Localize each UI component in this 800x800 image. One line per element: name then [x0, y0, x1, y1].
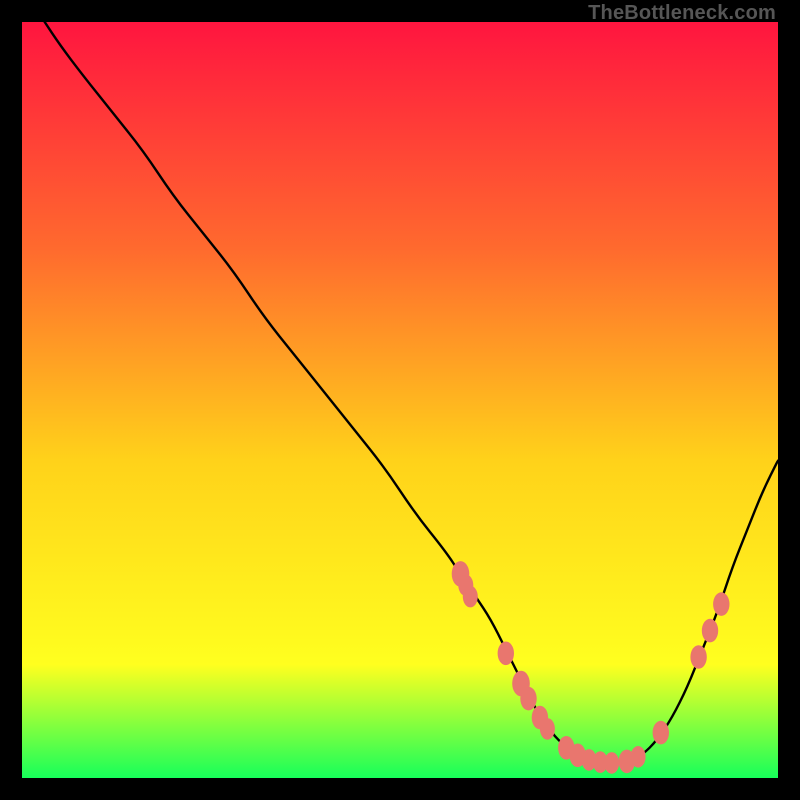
curve-marker — [463, 586, 478, 608]
curve-marker — [653, 721, 669, 745]
curve-marker — [702, 619, 718, 643]
curve-marker — [713, 592, 729, 616]
curve-marker — [540, 718, 555, 740]
curve-marker — [498, 642, 514, 666]
chart-frame: TheBottleneck.com — [0, 0, 800, 800]
curve-marker — [690, 645, 706, 669]
curve-marker — [520, 687, 536, 711]
curve-marker — [631, 746, 646, 768]
plot-area — [22, 22, 778, 778]
chart-svg — [22, 22, 778, 778]
gradient-background — [22, 22, 778, 778]
curve-marker — [604, 752, 619, 774]
